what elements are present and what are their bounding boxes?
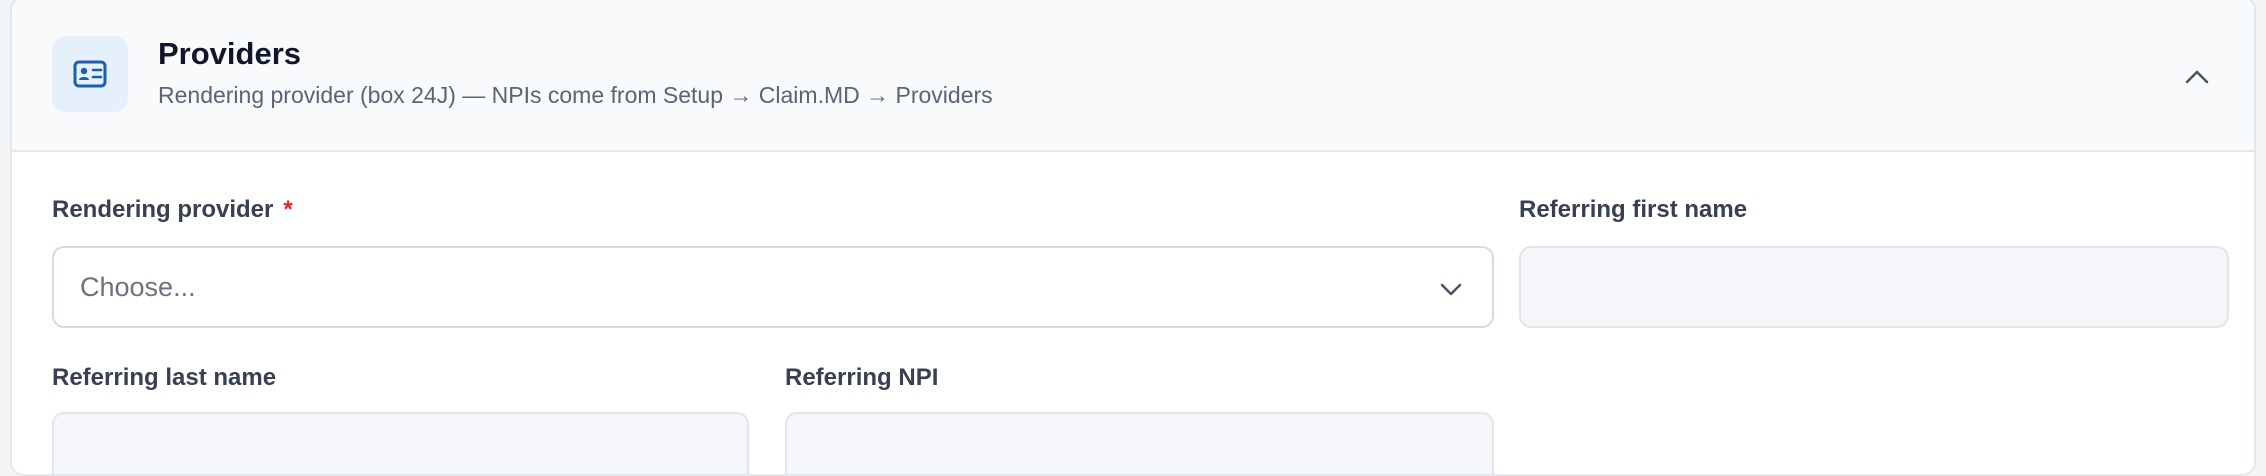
referring-last-name-label: Referring last name xyxy=(52,364,277,391)
referring-first-name-input[interactable] xyxy=(1519,246,2229,328)
collapse-section-button[interactable] xyxy=(2178,58,2216,96)
providers-card: Providers Rendering provider (box 24J) —… xyxy=(10,0,2256,476)
rendering-provider-selected-value: Choose... xyxy=(80,272,196,302)
rendering-provider-label: Rendering provider * xyxy=(52,196,293,224)
referring-npi-input[interactable] xyxy=(785,412,1494,474)
referring-first-name-label: Referring first name xyxy=(1519,196,1748,223)
section-subtitle: Rendering provider (box 24J) — NPIs come… xyxy=(158,82,993,108)
contact-card-icon xyxy=(52,36,128,112)
section-title: Providers xyxy=(158,36,302,71)
referring-last-name-input[interactable] xyxy=(52,412,749,474)
required-marker: * xyxy=(283,196,293,223)
referring-npi-label: Referring NPI xyxy=(785,364,939,391)
chevron-up-icon xyxy=(2185,70,2209,84)
providers-section-header[interactable]: Providers Rendering provider (box 24J) —… xyxy=(12,0,2254,152)
rendering-provider-label-text: Rendering provider xyxy=(52,196,274,223)
chevron-down-icon xyxy=(1436,274,1466,304)
rendering-provider-select[interactable]: Choose... xyxy=(52,246,1494,328)
